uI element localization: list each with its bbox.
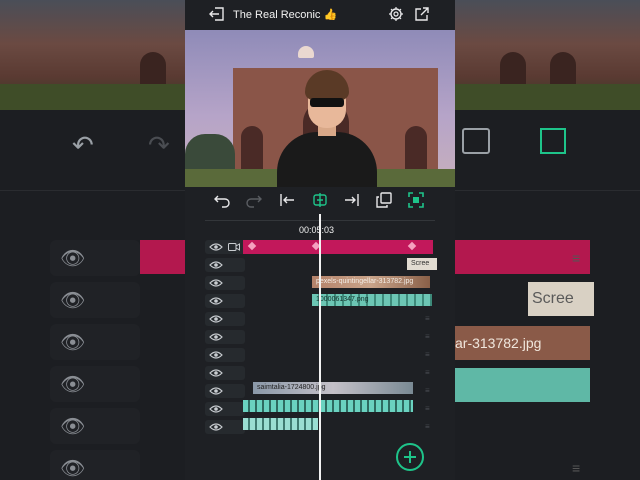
drag-handle-icon[interactable]: ≡: [425, 314, 430, 323]
video-preview[interactable]: [185, 30, 455, 187]
eye-icon[interactable]: [209, 332, 223, 342]
background-fit-icon: [540, 128, 566, 154]
eye-icon[interactable]: [209, 404, 223, 414]
clip-scree[interactable]: Scree: [407, 258, 437, 270]
exit-icon[interactable]: [209, 7, 225, 21]
timecode: 00:05:03: [299, 225, 335, 235]
preview-person: [277, 70, 377, 187]
drag-handle-icon[interactable]: ≡: [425, 332, 430, 341]
drag-handle-icon[interactable]: ≡: [425, 350, 430, 359]
clip-video-green-short[interactable]: [243, 418, 318, 430]
background-redo-icon: ↷: [148, 130, 170, 160]
drag-handle-icon[interactable]: ≡: [425, 386, 430, 395]
background-eye-icon: 👁: [60, 416, 86, 438]
redo-icon[interactable]: [245, 191, 263, 209]
clip-pexels[interactable]: pexels-quintingellar-313782.jpg: [312, 276, 430, 288]
background-eye-icon: 👁: [60, 332, 86, 354]
clip-saimtalia[interactable]: saimtalia-1724800.jpg: [253, 382, 413, 394]
top-bar: The Real Reconic 👍: [185, 0, 455, 30]
background-copy-icon: [462, 128, 490, 154]
clip-png[interactable]: 1000061347.png: [312, 294, 432, 306]
editor-window: The Real Reconic 👍 00:05:03 Scree pexels…: [185, 0, 455, 480]
drag-handle-icon[interactable]: ≡: [425, 404, 430, 413]
project-title: The Real Reconic 👍: [233, 9, 338, 21]
add-button[interactable]: [396, 443, 424, 471]
background-clip-scree: Scree: [528, 282, 594, 316]
preview-dome: [298, 46, 314, 58]
background-undo-icon: ↶: [72, 130, 94, 160]
plus-icon: [404, 451, 416, 463]
keyframe-marker[interactable]: [407, 241, 417, 251]
share-icon[interactable]: [414, 6, 430, 22]
person-body: [277, 132, 377, 187]
eye-icon[interactable]: [209, 386, 223, 396]
preview-tree: [185, 134, 235, 174]
eye-icon[interactable]: [209, 278, 223, 288]
background-handle-icon: ≡: [572, 250, 581, 266]
split-icon[interactable]: [311, 191, 329, 209]
background-eye-icon: 👁: [60, 248, 86, 270]
preview-arch: [405, 126, 427, 170]
gear-icon[interactable]: [388, 6, 404, 22]
eye-icon[interactable]: [209, 422, 223, 432]
eye-icon[interactable]: [209, 242, 223, 252]
jump-end-icon[interactable]: [343, 191, 361, 209]
background-handle-icon: ≡: [572, 460, 581, 476]
background-clip-pexels: ar-313782.jpg: [455, 326, 590, 360]
eye-icon[interactable]: [209, 368, 223, 378]
background-clip-green: [455, 368, 590, 402]
background-eye-icon: 👁: [60, 374, 86, 396]
eye-icon[interactable]: [209, 314, 223, 324]
fit-icon[interactable]: [407, 191, 425, 209]
background-eye-icon: 👁: [60, 458, 86, 480]
eye-icon[interactable]: [209, 296, 223, 306]
clip-video-green[interactable]: [243, 400, 413, 412]
undo-icon[interactable]: [213, 191, 231, 209]
main-video-track-clip[interactable]: [243, 240, 433, 254]
video-camera-icon: [228, 243, 240, 251]
preview-arch: [241, 126, 263, 170]
copy-icon[interactable]: [375, 191, 393, 209]
person-hair: [305, 70, 349, 100]
eye-icon[interactable]: [209, 350, 223, 360]
drag-handle-icon[interactable]: ≡: [425, 368, 430, 377]
background-eye-icon: 👁: [60, 290, 86, 312]
jump-start-icon[interactable]: [278, 191, 296, 209]
playhead[interactable]: [319, 214, 321, 480]
eye-icon[interactable]: [209, 260, 223, 270]
edit-toolbar: [185, 187, 455, 213]
drag-handle-icon[interactable]: ≡: [425, 422, 430, 431]
person-sunglasses: [310, 98, 344, 107]
keyframe-marker[interactable]: [247, 241, 257, 251]
